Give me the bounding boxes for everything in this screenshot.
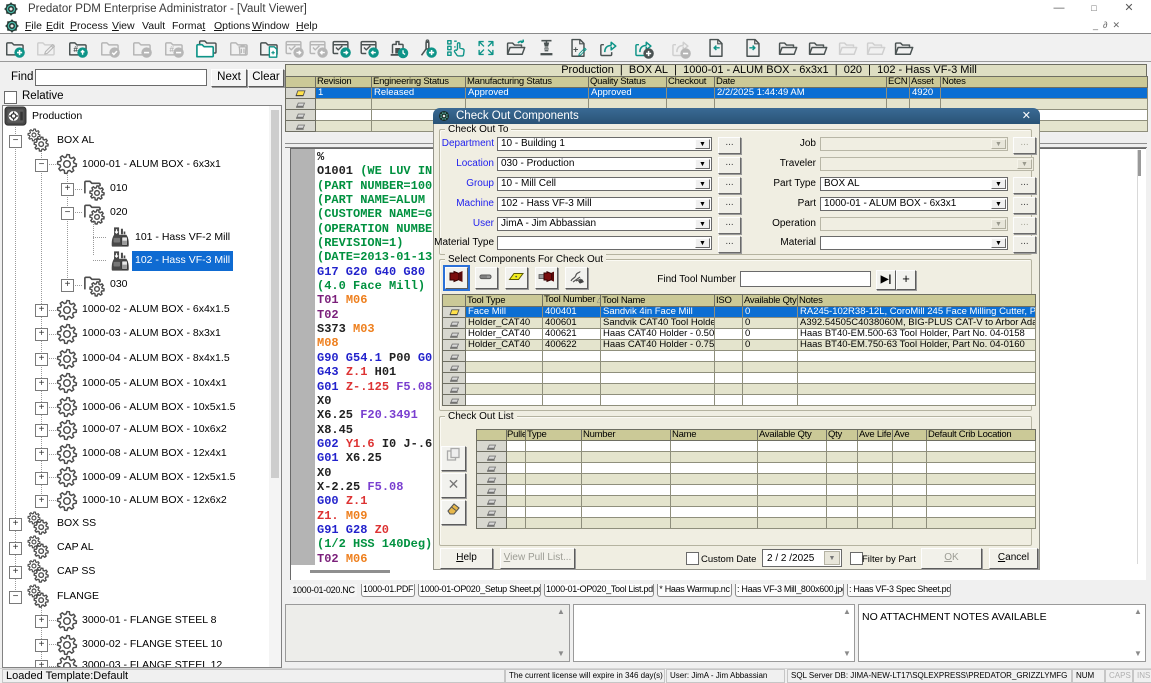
svg-text:+: + [573,45,578,55]
